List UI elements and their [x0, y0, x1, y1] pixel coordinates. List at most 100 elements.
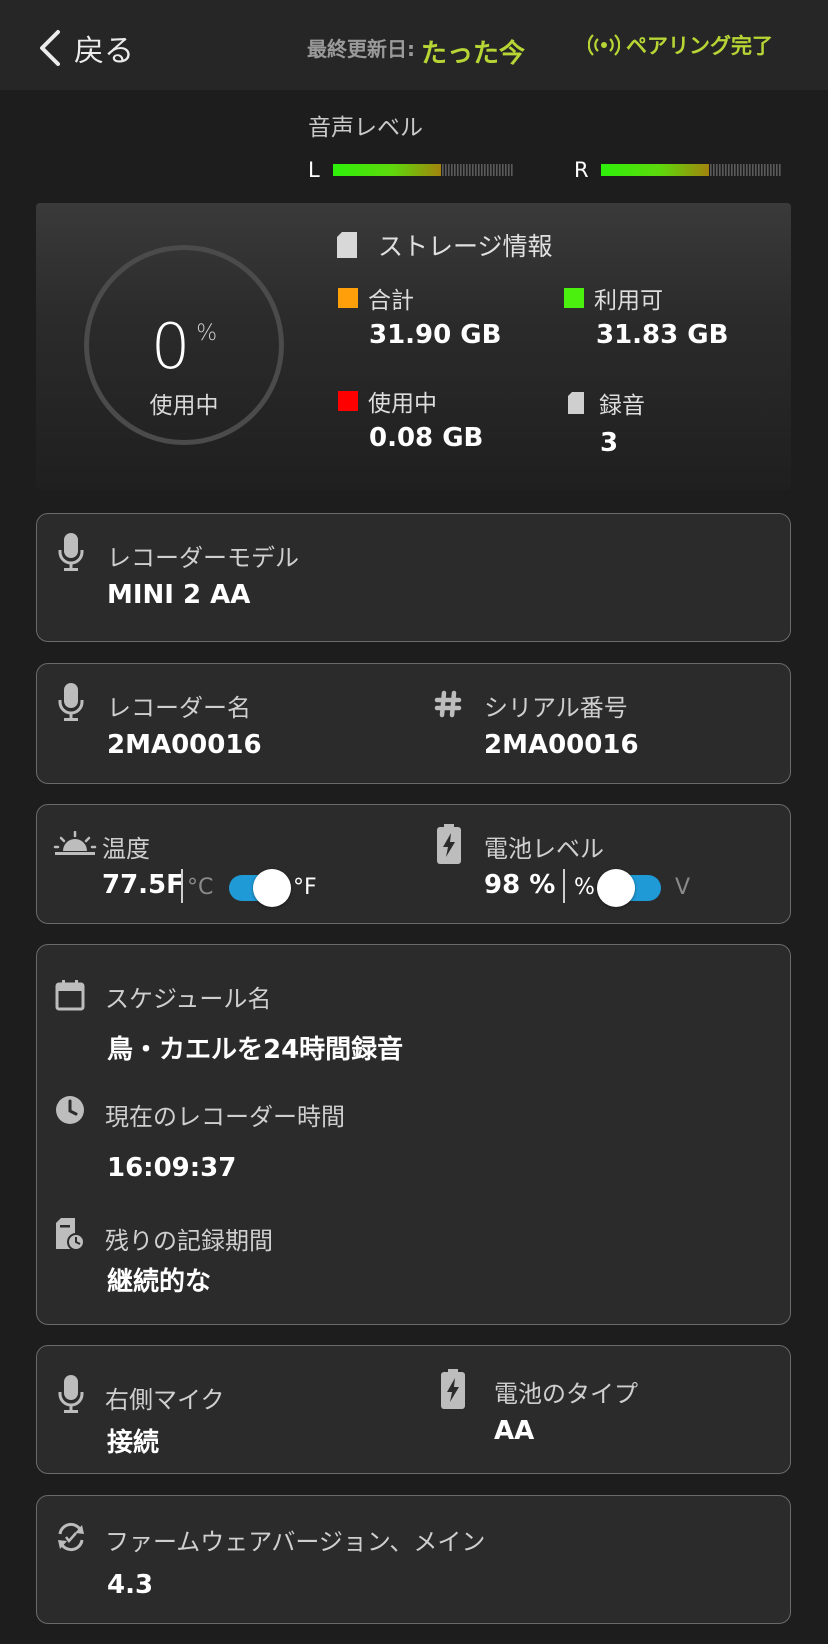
- level-tick: [463, 164, 465, 176]
- level-tick: [740, 164, 742, 176]
- usage-caption: 使用中: [149, 393, 219, 419]
- temperature-unit-toggle[interactable]: [229, 869, 291, 907]
- level-tick: [728, 164, 730, 176]
- level-tick: [734, 164, 736, 176]
- level-tick: [752, 164, 754, 176]
- level-tick: [505, 164, 507, 176]
- level-tick: [445, 164, 447, 176]
- right-mic-label: 右側マイク: [105, 1386, 225, 1414]
- voltage-unit: V: [675, 875, 691, 900]
- level-tick: [749, 164, 751, 176]
- top-bar: 戻る 最終更新日: たった今 ペアリング完了: [0, 0, 828, 90]
- total-value: 31.90 GB: [369, 320, 502, 350]
- right-mic-value: 接続: [107, 1428, 160, 1458]
- battery-level-value: 98 %: [484, 870, 556, 900]
- wireless-signal-icon: [588, 34, 620, 56]
- battery-unit-toggle[interactable]: [597, 869, 661, 907]
- available-value: 31.83 GB: [596, 320, 729, 350]
- level-tick: [499, 164, 501, 176]
- level-tick: [725, 164, 727, 176]
- level-tick: [490, 164, 492, 176]
- recorder-model-value: MINI 2 AA: [107, 580, 251, 610]
- level-tick: [713, 164, 715, 176]
- level-tick: [716, 164, 718, 176]
- storage-panel: 0% 使用中 ストレージ情報 合計 31.90 GB 利用可 31.83 GB …: [36, 203, 791, 490]
- fahrenheit-unit: °F: [293, 875, 317, 900]
- level-tick: [448, 164, 450, 176]
- level-tick: [460, 164, 462, 176]
- level-tick: [451, 164, 453, 176]
- level-tick: [746, 164, 748, 176]
- unit-separator: [181, 869, 183, 903]
- back-label: 戻る: [74, 34, 134, 69]
- total-label: 合計: [338, 281, 414, 315]
- level-tick: [511, 164, 513, 176]
- usage-percent-unit: %: [196, 321, 218, 346]
- sd-card-icon: [568, 392, 584, 414]
- firmware-value: 4.3: [107, 1570, 154, 1600]
- level-tick: [731, 164, 733, 176]
- available-swatch: [564, 288, 584, 308]
- recorder-name-card: レコーダー名 2MA00016 シリアル番号 2MA00016: [36, 663, 791, 784]
- recorder-model-label: レコーダーモデル: [107, 544, 299, 572]
- level-tick: [743, 164, 745, 176]
- sync-icon: [58, 1522, 84, 1552]
- hashtag-icon: [434, 690, 462, 718]
- level-tick: [710, 164, 712, 176]
- level-tick: [481, 164, 483, 176]
- battery-charging-icon: [441, 1369, 465, 1409]
- chevron-left-icon: [40, 30, 60, 66]
- total-swatch: [338, 288, 358, 308]
- level-fill: [333, 164, 441, 176]
- serial-value: 2MA00016: [484, 730, 639, 760]
- recordings-value: 3: [600, 428, 619, 458]
- pairing-status: ペアリング完了: [588, 30, 773, 60]
- total-label-text: 合計: [368, 288, 414, 314]
- microphone-icon: [58, 1375, 84, 1413]
- usage-percent: 0%: [89, 310, 279, 383]
- usage-ring: 0% 使用中: [84, 245, 284, 445]
- usage-percent-value: 0: [150, 310, 191, 383]
- calendar-icon: [55, 980, 85, 1011]
- left-level-meter: [333, 164, 513, 176]
- back-button[interactable]: 戻る: [36, 26, 134, 70]
- level-fill: [601, 164, 709, 176]
- level-tick: [758, 164, 760, 176]
- level-tick: [779, 164, 781, 176]
- inuse-label: 使用中: [338, 384, 437, 418]
- level-tick: [776, 164, 778, 176]
- last-updated: 最終更新日: たった今: [307, 33, 525, 69]
- level-tick: [722, 164, 724, 176]
- mic-battery-type-card: 右側マイク 接続 電池のタイプ AA: [36, 1345, 791, 1474]
- level-tick: [761, 164, 763, 176]
- schedule-name-value: 鳥・カエルを24時間録音: [107, 1035, 404, 1065]
- schedule-card: スケジュール名 鳥・カエルを24時間録音 現在のレコーダー時間 16:09:37…: [36, 944, 791, 1325]
- toggle-knob: [253, 869, 291, 907]
- last-updated-label: 最終更新日:: [307, 37, 415, 61]
- unit-separator: [563, 869, 565, 903]
- level-tick: [493, 164, 495, 176]
- level-tick: [469, 164, 471, 176]
- recorder-model-card: レコーダーモデル MINI 2 AA: [36, 513, 791, 642]
- inuse-value: 0.08 GB: [369, 423, 484, 453]
- firmware-label: ファームウェアバージョン、メイン: [105, 1528, 486, 1556]
- level-tick: [502, 164, 504, 176]
- celsius-unit: °C: [187, 875, 214, 900]
- inuse-swatch: [338, 391, 358, 411]
- toggle-knob: [597, 869, 635, 907]
- remaining-period-label: 残りの記録期間: [105, 1227, 273, 1255]
- recorder-time-value: 16:09:37: [107, 1153, 237, 1183]
- left-channel-label: L: [308, 158, 320, 182]
- clock-icon: [56, 1096, 84, 1124]
- recorder-name-value: 2MA00016: [107, 730, 262, 760]
- temperature-value: 77.5F: [102, 870, 184, 900]
- remaining-period-value: 継続的な: [107, 1267, 212, 1297]
- recorder-name-label: レコーダー名: [107, 694, 251, 722]
- level-tick: [508, 164, 510, 176]
- level-tick: [719, 164, 721, 176]
- temperature-battery-card: 温度 77.5F °C °F 電池レベル 98 % % V: [36, 804, 791, 924]
- pairing-status-label: ペアリング完了: [626, 34, 773, 58]
- level-tick: [755, 164, 757, 176]
- level-tick: [773, 164, 775, 176]
- level-tick: [442, 164, 444, 176]
